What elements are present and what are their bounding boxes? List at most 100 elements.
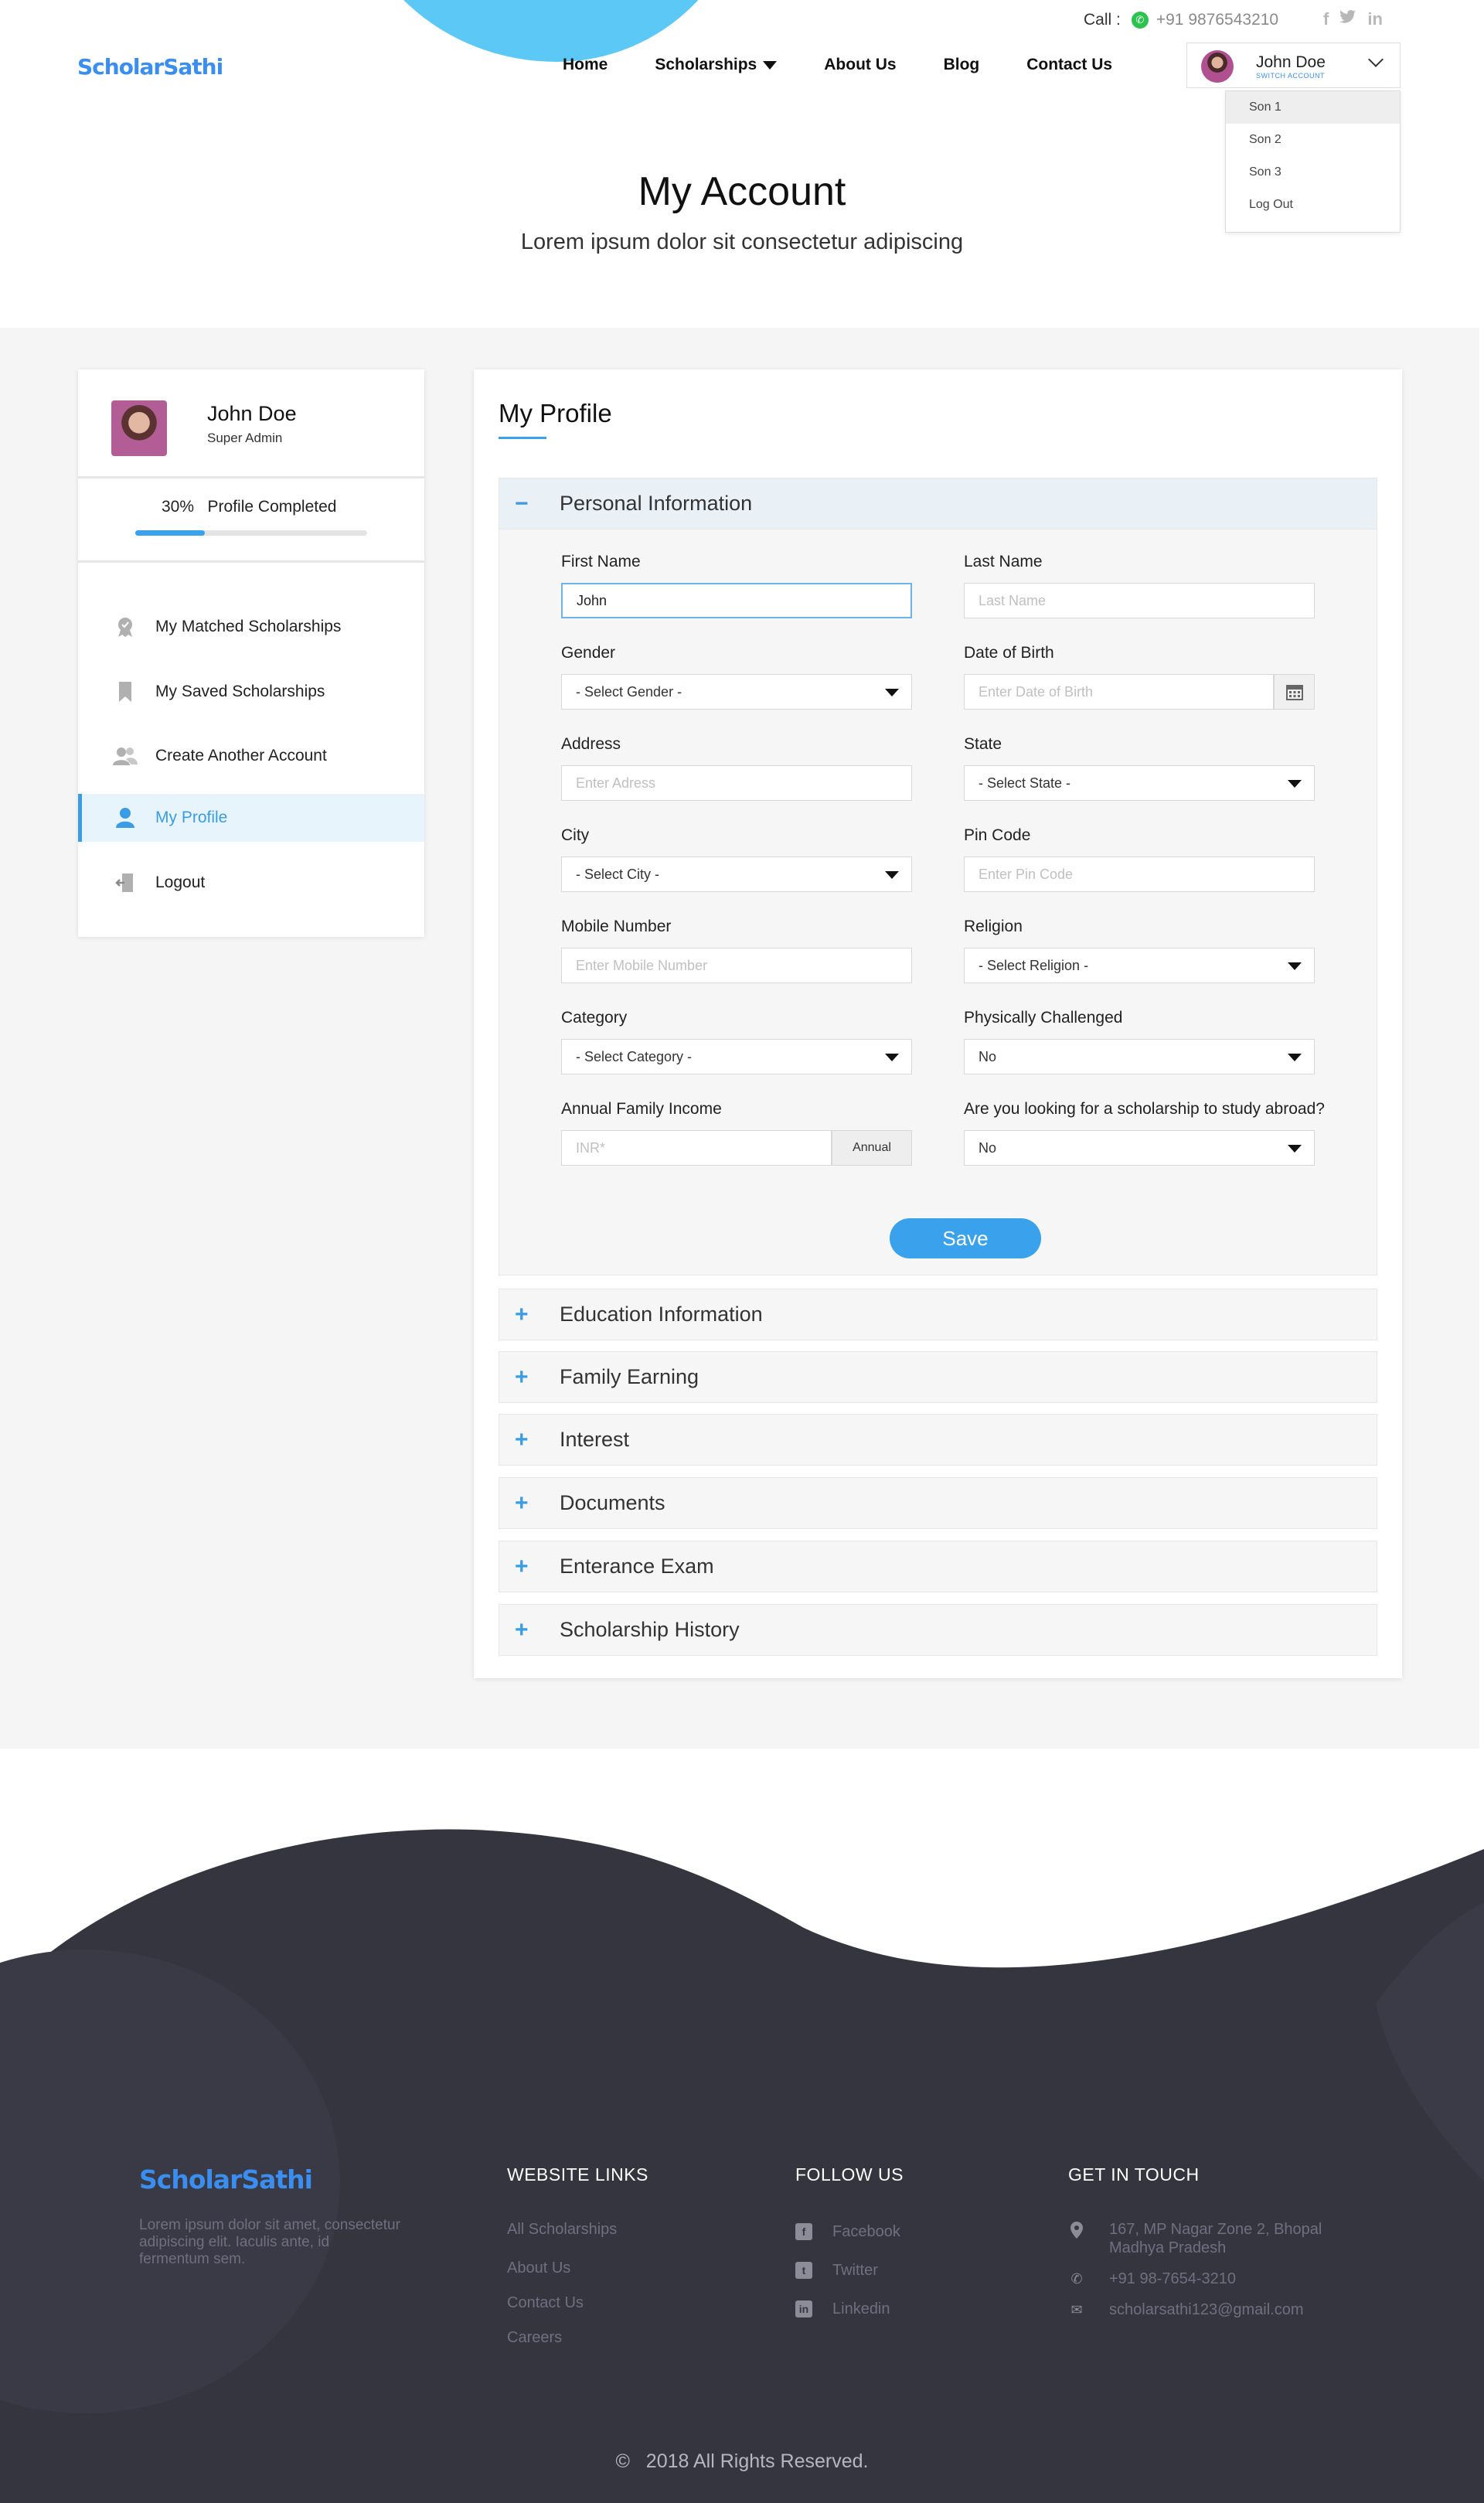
nav-about[interactable]: About Us bbox=[824, 56, 896, 74]
plus-icon: + bbox=[515, 1490, 529, 1516]
footer-link-twitter[interactable]: Twitter bbox=[832, 2262, 878, 2280]
profile-panel: My Profile − Personal Information First … bbox=[474, 369, 1402, 1678]
pincode-input[interactable] bbox=[964, 856, 1315, 892]
accordion-header-interest[interactable]: + Interest bbox=[499, 1415, 1377, 1465]
income-period-addon[interactable]: Annual bbox=[832, 1130, 912, 1166]
plus-icon: + bbox=[515, 1553, 529, 1579]
last-name-input[interactable] bbox=[964, 583, 1315, 618]
first-name-label: First Name bbox=[561, 553, 641, 570]
gender-label: Gender bbox=[561, 644, 616, 662]
physically-challenged-label: Physically Challenged bbox=[964, 1009, 1123, 1027]
account-name: John Doe bbox=[1256, 53, 1326, 71]
footer-link-linkedin[interactable]: Linkedin bbox=[832, 2300, 890, 2318]
calendar-icon[interactable] bbox=[1274, 674, 1315, 710]
footer-links-heading: WEBSITE LINKS bbox=[507, 2164, 648, 2185]
accordion-title: Interest bbox=[560, 1428, 630, 1451]
accordion-entrance-exam: + Enterance Exam bbox=[499, 1541, 1377, 1592]
accordion-header-scholarship-history[interactable]: + Scholarship History bbox=[499, 1605, 1377, 1655]
accordion-personal-information: − Personal Information First Name Last N… bbox=[499, 478, 1377, 1275]
linkedin-icon: in bbox=[795, 2300, 812, 2317]
linkedin-icon[interactable]: in bbox=[1367, 9, 1383, 29]
abroad-select[interactable]: No bbox=[964, 1130, 1315, 1166]
profile-name: John Doe bbox=[207, 402, 297, 425]
plus-icon: + bbox=[515, 1364, 529, 1390]
completion-percent: 30% bbox=[162, 498, 195, 516]
accordion-header-education[interactable]: + Education Information bbox=[499, 1289, 1377, 1340]
sidebar-item-logout[interactable]: Logout bbox=[78, 859, 424, 907]
physically-challenged-select[interactable]: No bbox=[964, 1039, 1315, 1074]
abroad-label: Are you looking for a scholarship to stu… bbox=[964, 1100, 1325, 1118]
mobile-input[interactable] bbox=[561, 948, 912, 983]
footer-description: Lorem ipsum dolor sit amet, consectetur … bbox=[139, 2217, 400, 2267]
nav-home[interactable]: Home bbox=[563, 56, 608, 74]
footer-contact-heading: GET IN TOUCH bbox=[1068, 2164, 1200, 2185]
profile-role: Super Admin bbox=[207, 431, 283, 445]
footer-link-all-scholarships[interactable]: All Scholarships bbox=[507, 2221, 617, 2239]
religion-select[interactable]: - Select Religion - bbox=[964, 948, 1315, 983]
nav-contact[interactable]: Contact Us bbox=[1026, 56, 1112, 74]
accordion-header-entrance-exam[interactable]: + Enterance Exam bbox=[499, 1541, 1377, 1592]
first-name-input[interactable] bbox=[561, 583, 912, 618]
accordion-education: + Education Information bbox=[499, 1289, 1377, 1340]
accordion-scholarship-history: + Scholarship History bbox=[499, 1604, 1377, 1656]
avatar bbox=[1201, 50, 1234, 83]
accordion-title: Education Information bbox=[560, 1303, 763, 1326]
accordion-title: Scholarship History bbox=[560, 1618, 740, 1641]
city-label: City bbox=[561, 826, 590, 844]
nav-scholarships-label: Scholarships bbox=[655, 56, 757, 73]
plus-icon: + bbox=[515, 1301, 529, 1327]
sidebar-item-create-account[interactable]: Create Another Account bbox=[78, 732, 424, 780]
page-subtitle: Lorem ipsum dolor sit consectetur adipis… bbox=[520, 230, 964, 254]
dropdown-item-son2[interactable]: Son 2 bbox=[1226, 124, 1400, 156]
footer-phone[interactable]: +91 98-7654-3210 bbox=[1109, 2270, 1236, 2288]
copyright: © 2018 All Rights Reserved. bbox=[0, 2450, 1484, 2473]
accordion-title: Family Earning bbox=[560, 1365, 699, 1388]
call-info: Call : ✆ +91 9876543210 bbox=[1084, 11, 1278, 29]
accordion-title: Documents bbox=[560, 1491, 665, 1514]
footer-logo[interactable]: ScholarSathi bbox=[139, 2164, 313, 2195]
header-phone[interactable]: +91 9876543210 bbox=[1156, 11, 1278, 29]
dropdown-item-son1[interactable]: Son 1 bbox=[1226, 91, 1400, 124]
address-input[interactable] bbox=[561, 765, 912, 801]
accordion-header-personal[interactable]: − Personal Information bbox=[499, 478, 1377, 530]
gender-select[interactable]: - Select Gender - bbox=[561, 674, 912, 710]
sidebar-item-matched[interactable]: My Matched Scholarships bbox=[78, 603, 424, 651]
caret-down-icon bbox=[885, 1054, 899, 1061]
plus-icon: + bbox=[515, 1616, 529, 1643]
dob-label: Date of Birth bbox=[964, 644, 1054, 662]
bookmark-icon bbox=[111, 681, 140, 703]
sidebar-item-my-profile[interactable]: My Profile bbox=[78, 794, 424, 842]
accordion-header-family-earning[interactable]: + Family Earning bbox=[499, 1352, 1377, 1402]
footer-link-facebook[interactable]: Facebook bbox=[832, 2223, 900, 2241]
nav-scholarships[interactable]: Scholarships bbox=[655, 56, 778, 74]
page-title: My Account bbox=[638, 169, 846, 214]
account-switcher[interactable]: John Doe SWITCH ACCOUNT bbox=[1186, 43, 1401, 88]
sidebar-item-saved[interactable]: My Saved Scholarships bbox=[78, 668, 424, 716]
caret-down-icon bbox=[885, 689, 899, 696]
profile-avatar bbox=[111, 400, 167, 456]
accordion-title: Enterance Exam bbox=[560, 1555, 714, 1578]
dob-input[interactable] bbox=[964, 674, 1274, 710]
mobile-label: Mobile Number bbox=[561, 918, 672, 935]
footer-link-careers[interactable]: Careers bbox=[507, 2329, 562, 2347]
abroad-value: No bbox=[979, 1139, 997, 1156]
twitter-icon[interactable] bbox=[1339, 9, 1356, 29]
caret-down-icon bbox=[1288, 962, 1302, 970]
facebook-icon[interactable]: f bbox=[1323, 9, 1329, 29]
footer-link-contact[interactable]: Contact Us bbox=[507, 2294, 584, 2312]
caret-down-icon bbox=[1288, 780, 1302, 788]
state-select[interactable]: - Select State - bbox=[964, 765, 1315, 801]
nav-blog[interactable]: Blog bbox=[944, 56, 980, 74]
save-button[interactable]: Save bbox=[890, 1218, 1041, 1258]
phone-icon: ✆ bbox=[1070, 2270, 1083, 2287]
footer-email[interactable]: scholarsathi123@gmail.com bbox=[1109, 2301, 1304, 2319]
accordion-header-documents[interactable]: + Documents bbox=[499, 1478, 1377, 1528]
accordion-documents: + Documents bbox=[499, 1477, 1377, 1529]
site-logo[interactable]: ScholarSathi bbox=[77, 54, 223, 80]
caret-down-icon bbox=[885, 871, 899, 879]
city-select[interactable]: - Select City - bbox=[561, 856, 912, 892]
sidebar-item-label: Logout bbox=[155, 873, 206, 891]
category-select[interactable]: - Select Category - bbox=[561, 1039, 912, 1074]
income-input[interactable] bbox=[561, 1130, 832, 1166]
footer-link-about[interactable]: About Us bbox=[507, 2260, 570, 2277]
